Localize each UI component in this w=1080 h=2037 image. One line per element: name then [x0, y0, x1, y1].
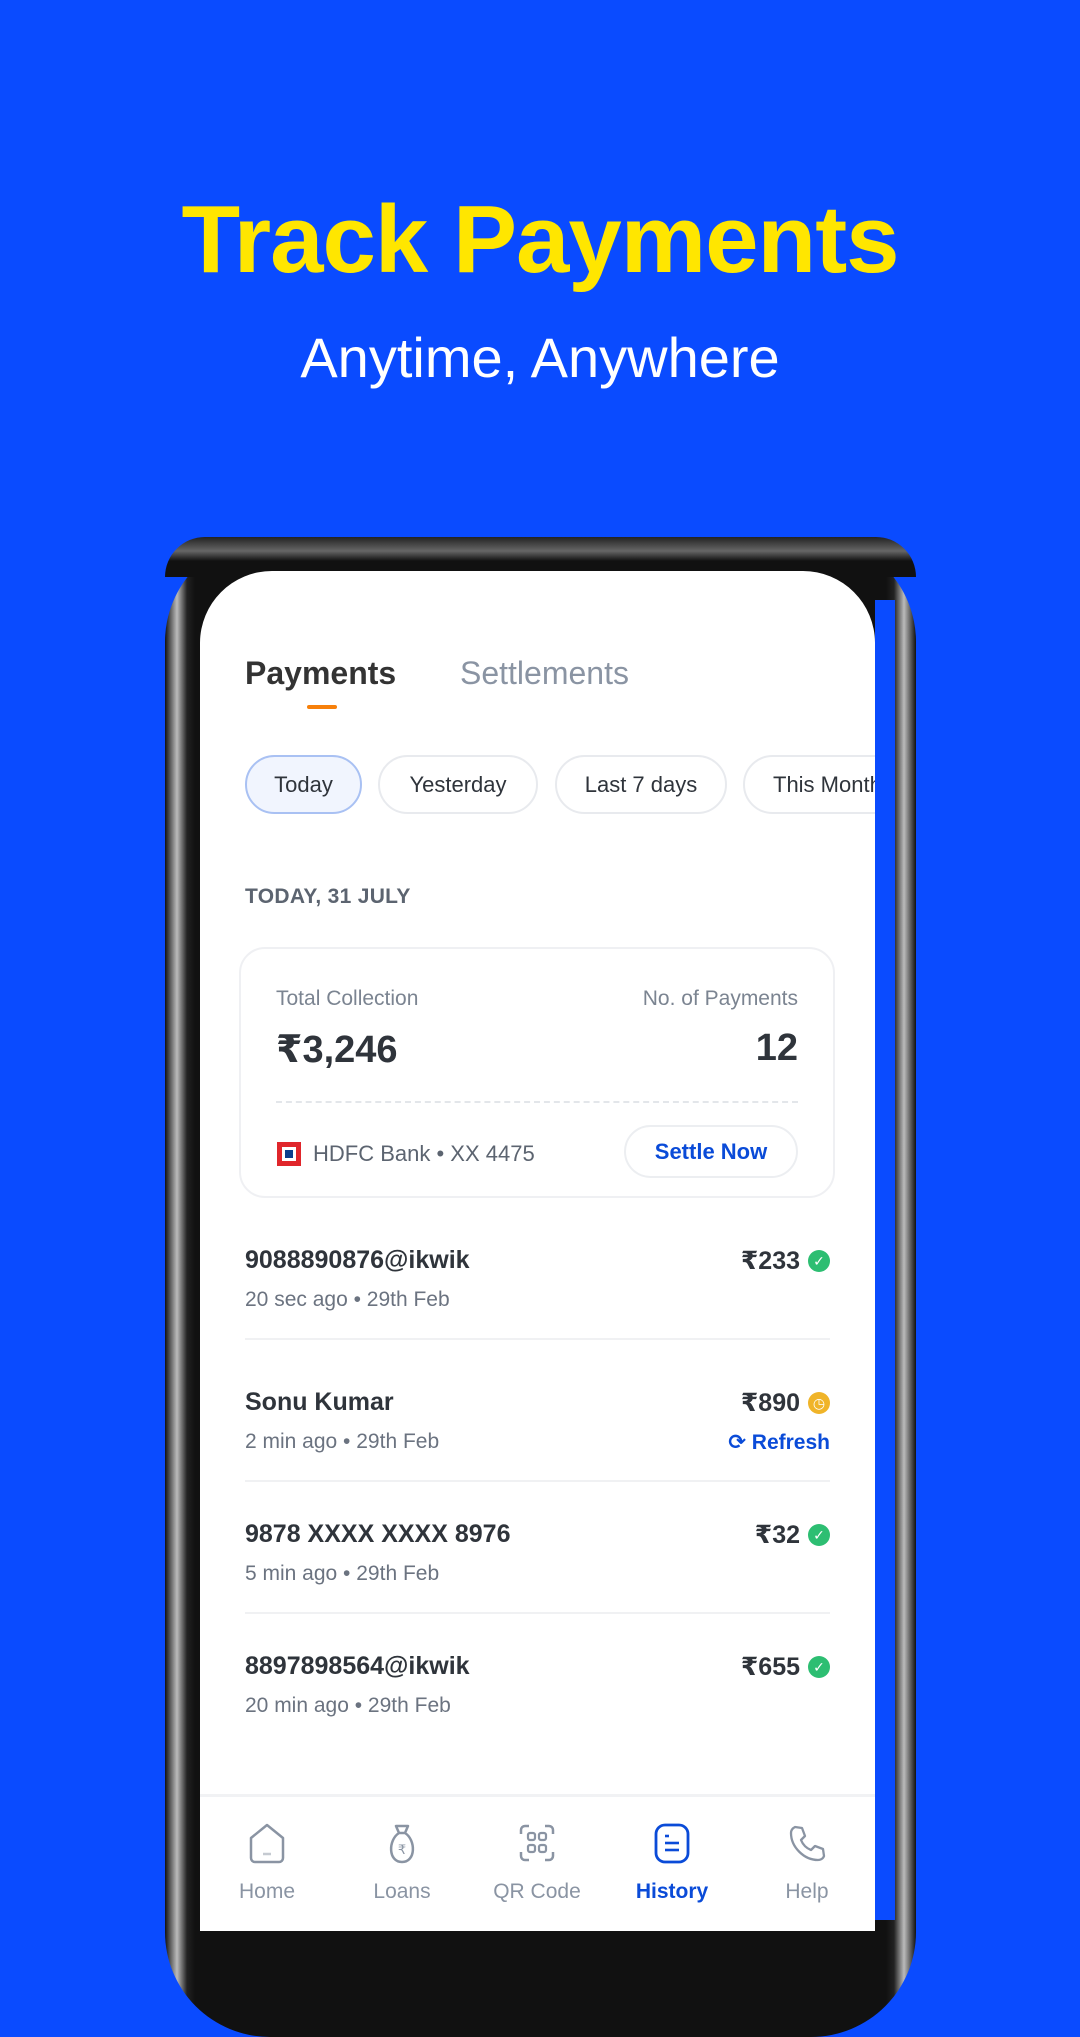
summary-card: Total Collection No. of Payments ₹3,246 … [239, 947, 835, 1198]
qr-code-icon [519, 1824, 555, 1862]
bank-account: HDFC Bank • XX 4475 [277, 1141, 535, 1167]
nav-label: QR Code [493, 1880, 581, 1903]
refresh-icon: ⟳ [728, 1431, 752, 1454]
hero-subtitle: Anytime, Anywhere [300, 326, 780, 389]
total-collection-label: Total Collection [276, 987, 419, 1010]
bottom-nav: Home ₹ Loans QR Code History Help [200, 1794, 875, 1931]
payment-amount: ₹890 [740, 1389, 800, 1417]
screen-edge [875, 600, 895, 1920]
nav-label: History [635, 1880, 709, 1903]
filter-last-7-days[interactable]: Last 7 days [555, 755, 727, 814]
home-icon [249, 1823, 285, 1864]
active-tab-indicator [307, 705, 337, 709]
payer-name: 8897898564@ikwik [245, 1652, 470, 1680]
payments-count-label: No. of Payments [642, 987, 798, 1010]
svg-text:₹: ₹ [398, 1843, 406, 1858]
history-icon [654, 1823, 690, 1864]
tab-payments[interactable]: Payments [245, 655, 396, 692]
payment-amount: ₹655 [740, 1653, 800, 1681]
payment-time: 20 sec ago • 29th Feb [245, 1288, 450, 1311]
money-bag-icon: ₹ [389, 1824, 415, 1864]
filter-this-month[interactable]: This Month [743, 755, 875, 814]
tab-settlements[interactable]: Settlements [460, 655, 629, 692]
row-divider [245, 1480, 830, 1482]
success-check-icon: ✓ [808, 1250, 830, 1272]
payment-amount: ₹32 [754, 1521, 800, 1549]
settle-now-button[interactable]: Settle Now [624, 1125, 798, 1178]
payer-name: Sonu Kumar [245, 1388, 394, 1416]
success-check-icon: ✓ [808, 1524, 830, 1546]
hdfc-logo-icon [277, 1142, 301, 1166]
bank-account-label: HDFC Bank • XX 4475 [313, 1141, 535, 1166]
divider [276, 1101, 798, 1103]
phone-screen: Payments Settlements Today Yesterday Las… [200, 571, 875, 1931]
refresh-label: Refresh [751, 1431, 830, 1454]
filter-yesterday[interactable]: Yesterday [378, 755, 538, 814]
success-check-icon: ✓ [808, 1656, 830, 1678]
total-collection-value: ₹3,246 [276, 1029, 398, 1071]
filter-today[interactable]: Today [245, 755, 362, 814]
hero-title: Track Payments [181, 186, 899, 293]
nav-label: Help [785, 1880, 829, 1903]
nav-label: Home [238, 1880, 296, 1903]
phone-icon [789, 1825, 826, 1862]
payer-name: 9878 XXXX XXXX 8976 [245, 1520, 511, 1548]
payment-time: 20 min ago • 29th Feb [245, 1694, 451, 1717]
payment-time: 2 min ago • 29th Feb [245, 1430, 440, 1453]
refresh-button[interactable]: ⟳ Refresh [728, 1430, 830, 1455]
payment-amount: ₹233 [740, 1247, 800, 1275]
payment-time: 5 min ago • 29th Feb [245, 1562, 440, 1585]
row-divider [245, 1612, 830, 1614]
date-header: TODAY, 31 JULY [245, 885, 411, 908]
pending-clock-icon: ◷ [808, 1392, 830, 1414]
payments-count-value: 12 [755, 1027, 798, 1069]
payer-name: 9088890876@ikwik [245, 1246, 470, 1274]
nav-label: Loans [373, 1880, 431, 1903]
row-divider [245, 1338, 830, 1340]
